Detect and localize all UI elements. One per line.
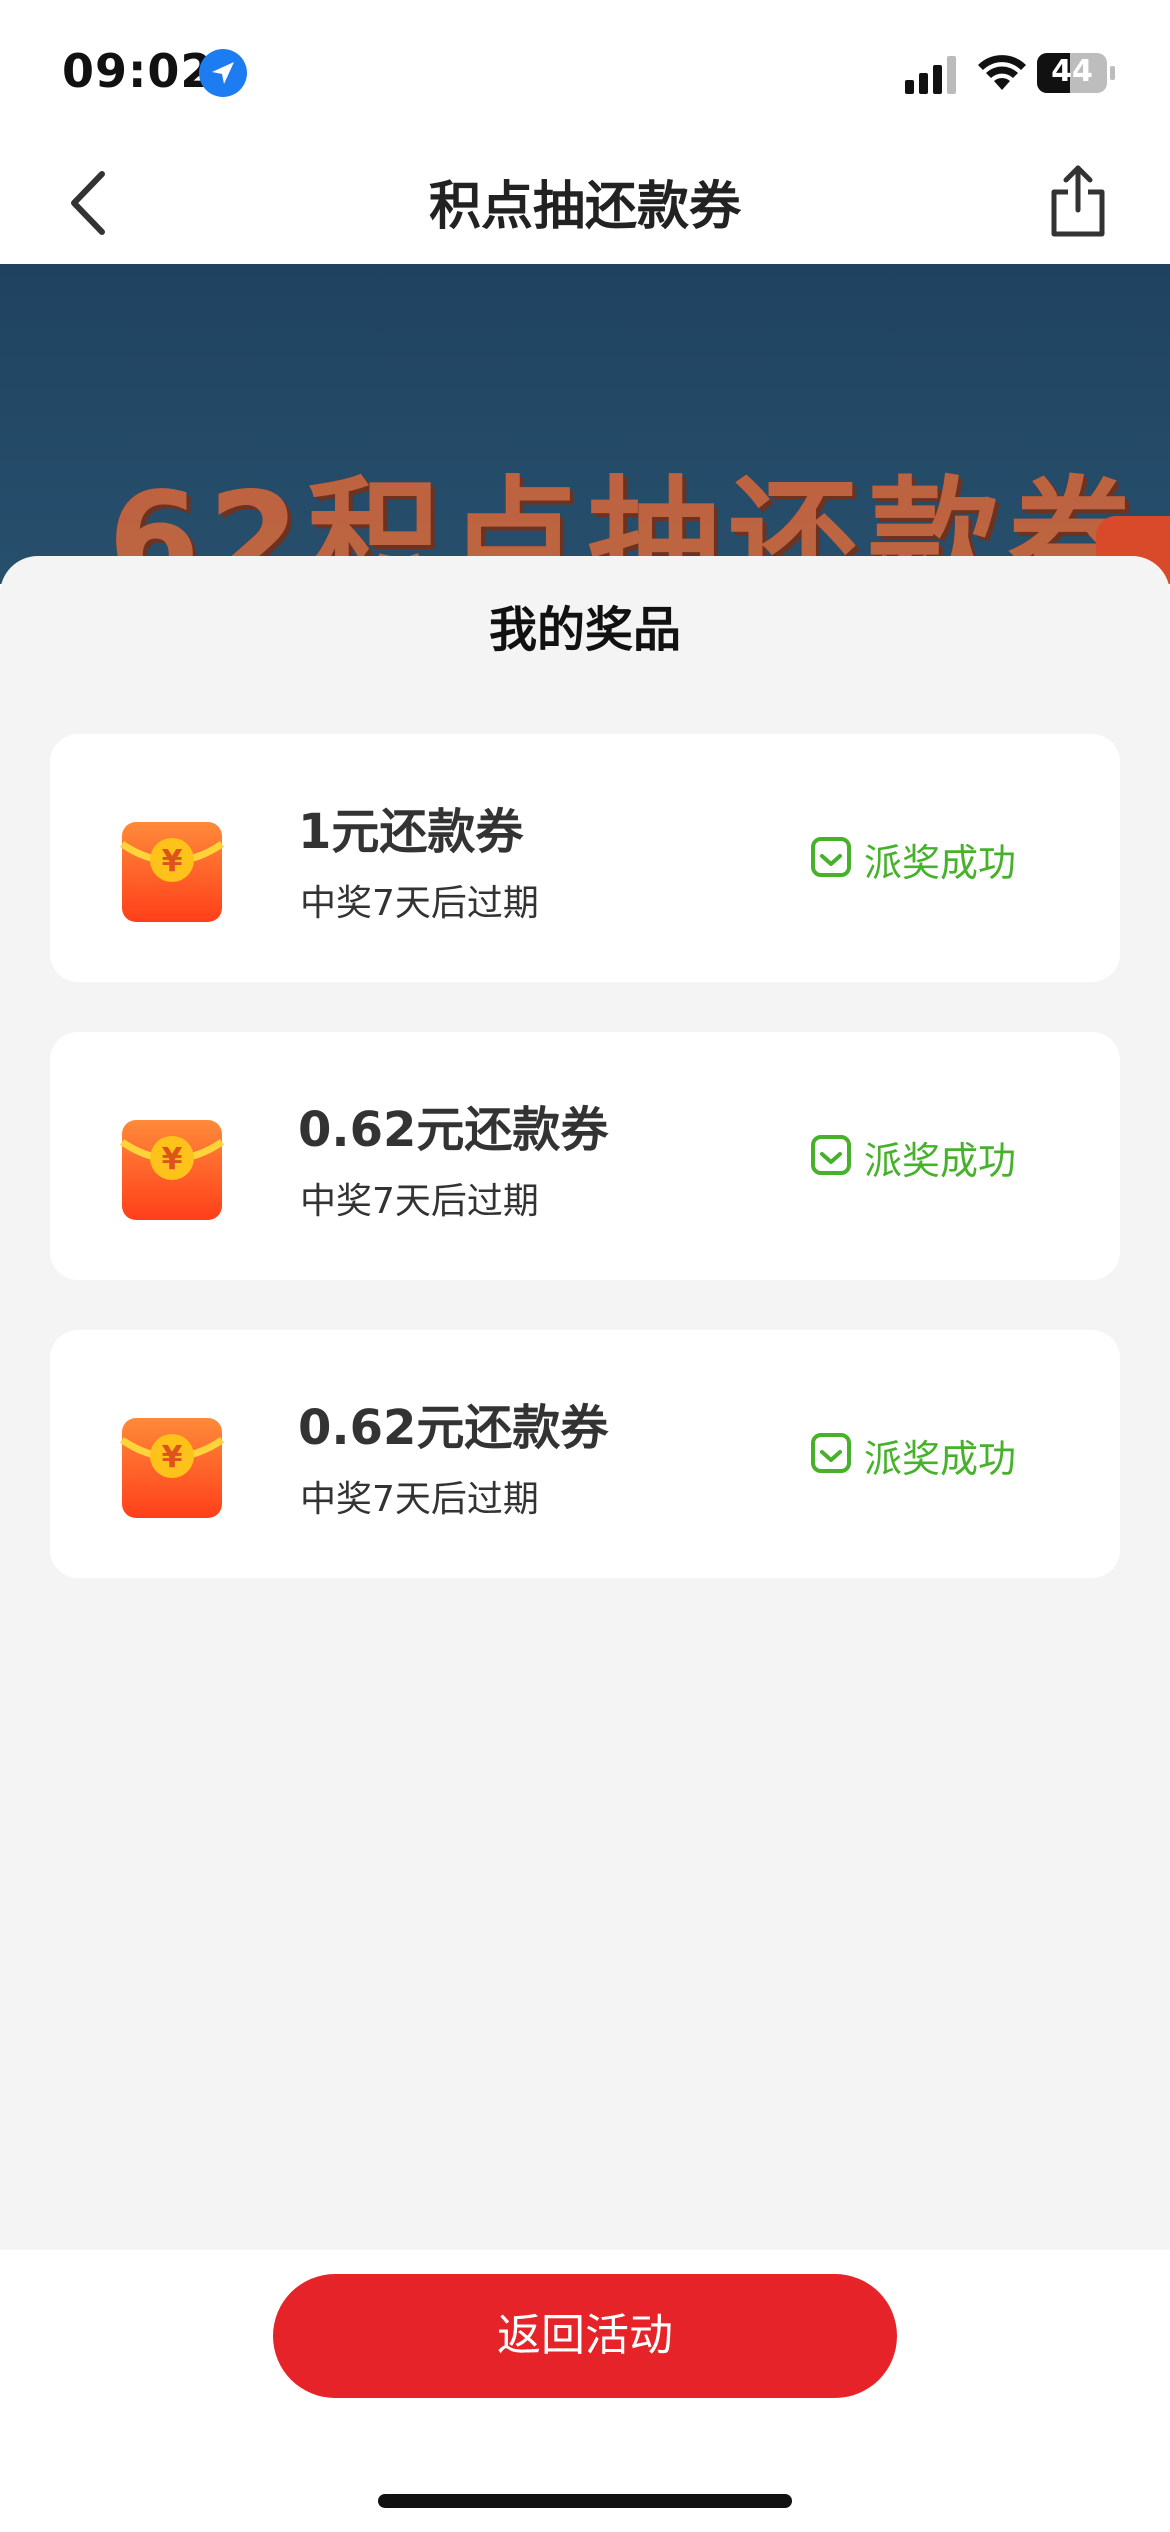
red-envelope-icon: ¥	[120, 1418, 224, 1518]
signal-icon	[905, 56, 956, 94]
bottom-bar: 返回活动	[0, 2250, 1170, 2532]
prize-expiry: 中奖7天后过期	[300, 883, 539, 924]
prize-expiry: 中奖7天后过期	[300, 1479, 539, 1520]
location-arrow-icon	[199, 49, 247, 97]
prize-status-text: 派奖成功	[864, 841, 1017, 885]
prize-sheet: 我的奖品 ¥ 1元还款券 中奖7天后过期 派奖成功 ¥ 0.62元还款券 中奖7…	[0, 556, 1170, 2250]
svg-text:¥: ¥	[162, 1142, 183, 1177]
nav-bar: 积点抽还款券	[0, 140, 1170, 264]
share-icon[interactable]	[1046, 162, 1110, 238]
prize-status-text: 派奖成功	[864, 1139, 1017, 1183]
page-title: 积点抽还款券	[428, 177, 741, 237]
sheet-title: 我的奖品	[488, 602, 681, 658]
check-shield-icon	[811, 1433, 851, 1473]
prize-name: 0.62元还款券	[298, 1102, 609, 1158]
red-envelope-icon: ¥	[120, 1120, 224, 1220]
prize-status-text: 派奖成功	[864, 1437, 1017, 1481]
battery-level: 44	[1051, 54, 1093, 89]
prize-card: ¥ 1元还款券 中奖7天后过期 派奖成功	[50, 734, 1120, 982]
prize-card: ¥ 0.62元还款券 中奖7天后过期 派奖成功	[50, 1330, 1120, 1578]
return-to-activity-button[interactable]: 返回活动	[273, 2274, 897, 2398]
prize-card: ¥ 0.62元还款券 中奖7天后过期 派奖成功	[50, 1032, 1120, 1280]
screen: 09:02 44 积点抽还款券 62积点抽还款券 我的奖品 ¥ 1元还款券 中奖…	[0, 0, 1170, 2532]
svg-text:¥: ¥	[162, 1440, 183, 1475]
activity-banner: 62积点抽还款券	[0, 264, 1170, 584]
status-bar: 09:02 44	[0, 0, 1170, 140]
svg-text:¥: ¥	[162, 844, 183, 879]
prize-expiry: 中奖7天后过期	[300, 1181, 539, 1222]
check-shield-icon	[811, 837, 851, 877]
check-shield-icon	[811, 1135, 851, 1175]
home-indicator[interactable]	[378, 2494, 792, 2508]
red-envelope-icon: ¥	[120, 822, 224, 922]
status-time: 09:02	[62, 44, 214, 98]
wifi-icon	[978, 55, 1026, 90]
prize-name: 0.62元还款券	[298, 1400, 609, 1456]
prize-name: 1元还款券	[298, 804, 524, 860]
